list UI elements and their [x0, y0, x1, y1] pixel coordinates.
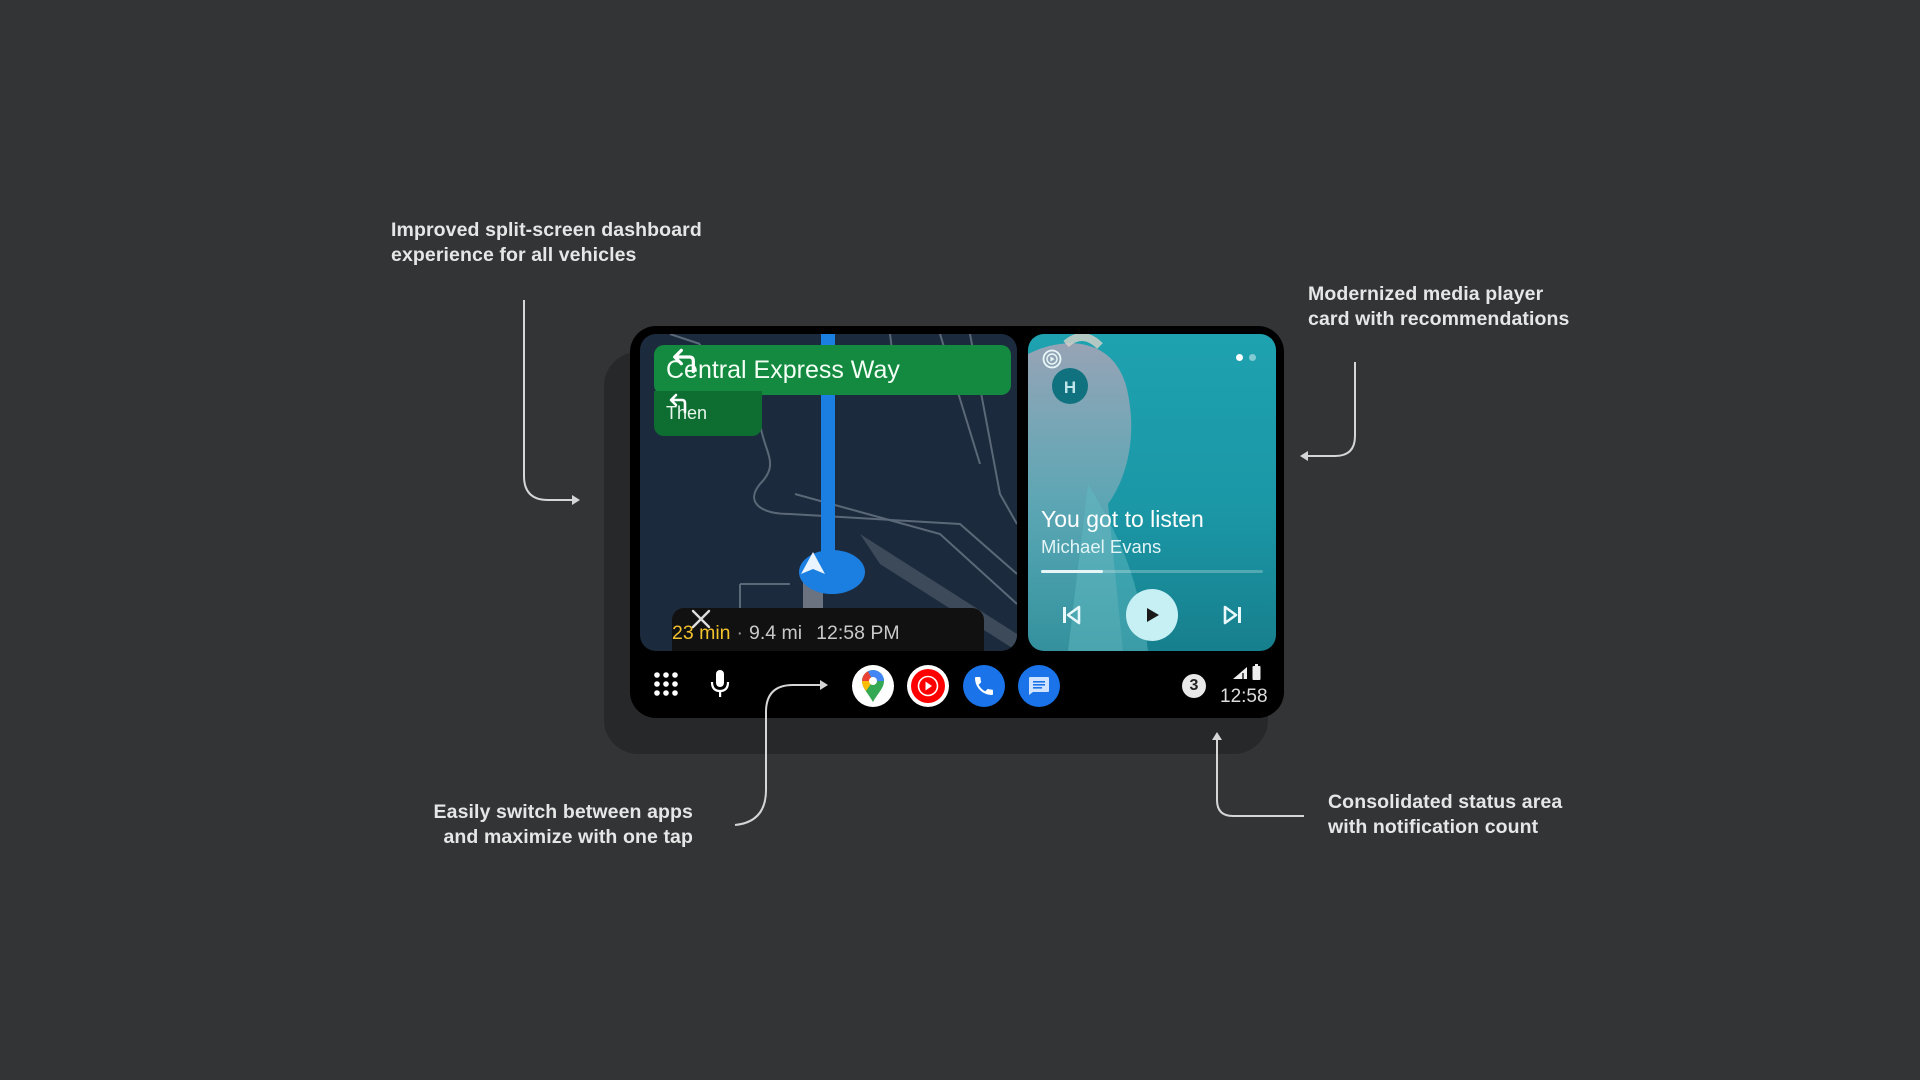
eta-bar: 23 min · 9.4 mi 12:58 PM	[672, 608, 984, 651]
navigation-arrow-icon	[801, 552, 825, 574]
annotation-line: Consolidated status area	[1328, 791, 1563, 813]
phone-icon	[975, 677, 993, 695]
notification-count-badge[interactable]: 3	[1182, 674, 1206, 698]
app-launcher-icon[interactable]	[653, 671, 679, 697]
messages-icon	[1029, 677, 1049, 695]
turn-left-icon	[673, 348, 695, 374]
headphone-letter: H	[1064, 378, 1076, 397]
arrowhead	[572, 495, 580, 505]
maps-icon	[862, 670, 884, 702]
eta-arrival-time: 12:58 PM	[816, 621, 900, 644]
track-title: You got to listen	[1041, 506, 1204, 532]
navigation-map[interactable]: Central Express Way Then 23 min · 9.4 mi…	[640, 334, 1017, 651]
annotation-status-area: Consolidated status area with notificati…	[1328, 790, 1562, 839]
eta-distance: 9.4 mi	[749, 621, 803, 644]
annotation-line: Easily switch between apps	[433, 801, 693, 823]
turn-instruction-card[interactable]: Central Express Way	[654, 345, 1011, 395]
annotation-line: with notification count	[1328, 815, 1539, 838]
page-dot	[1249, 354, 1256, 361]
eta-separator: ·	[736, 621, 744, 644]
annotation-app-switch: Easily switch between apps and maximize …	[430, 800, 693, 849]
playback-progress[interactable]	[1041, 570, 1263, 573]
street-name: Central Express Way	[666, 355, 900, 384]
battery-icon	[1252, 664, 1261, 680]
turn-left-icon	[669, 393, 687, 414]
track-artist: Michael Evans	[1041, 536, 1162, 557]
media-player-card[interactable]: H You got to listen Michael Evans	[1028, 334, 1276, 651]
arrowhead	[1300, 451, 1308, 461]
youtube-music-icon	[911, 669, 945, 703]
annotation-split-screen: Improved split-screen dashboard experien…	[391, 218, 702, 267]
app-dock: 3 12:58	[630, 651, 1284, 718]
play-button[interactable]	[1126, 589, 1178, 641]
annotation-line: and maximize with one tap	[443, 825, 693, 848]
skip-previous-icon[interactable]	[1058, 602, 1084, 628]
annotation-media-player: Modernized media player card with recomm…	[1308, 282, 1569, 331]
annotation-line: experience for all vehicles	[391, 243, 637, 266]
status-icons	[1232, 664, 1261, 680]
microphone-icon[interactable]	[707, 668, 733, 700]
media-source-icon[interactable]	[1042, 349, 1062, 369]
play-icon	[1147, 608, 1159, 622]
android-auto-dashboard: Central Express Way Then 23 min · 9.4 mi…	[630, 326, 1284, 718]
close-icon[interactable]	[690, 608, 712, 630]
phone-app-button[interactable]	[963, 665, 1005, 707]
page-dot-active	[1236, 354, 1243, 361]
playback-progress-fill	[1041, 570, 1104, 573]
youtube-music-app-button[interactable]	[907, 665, 949, 707]
annotation-line: Modernized media player	[1308, 283, 1544, 305]
page-indicator	[1236, 354, 1256, 361]
maps-app-button[interactable]	[852, 665, 894, 707]
arrow-media-player	[1308, 362, 1356, 457]
annotation-line: card with recommendations	[1308, 307, 1570, 330]
arrow-split-screen	[523, 300, 572, 501]
messages-app-button[interactable]	[1018, 665, 1060, 707]
current-location-puck	[799, 550, 865, 594]
status-clock: 12:58	[1220, 686, 1268, 707]
skip-next-icon[interactable]	[1220, 602, 1246, 628]
annotation-line: Improved split-screen dashboard	[391, 219, 702, 241]
cell-signal-icon	[1233, 667, 1247, 679]
then-instruction-card: Then	[654, 391, 762, 436]
playback-controls	[1028, 589, 1276, 641]
